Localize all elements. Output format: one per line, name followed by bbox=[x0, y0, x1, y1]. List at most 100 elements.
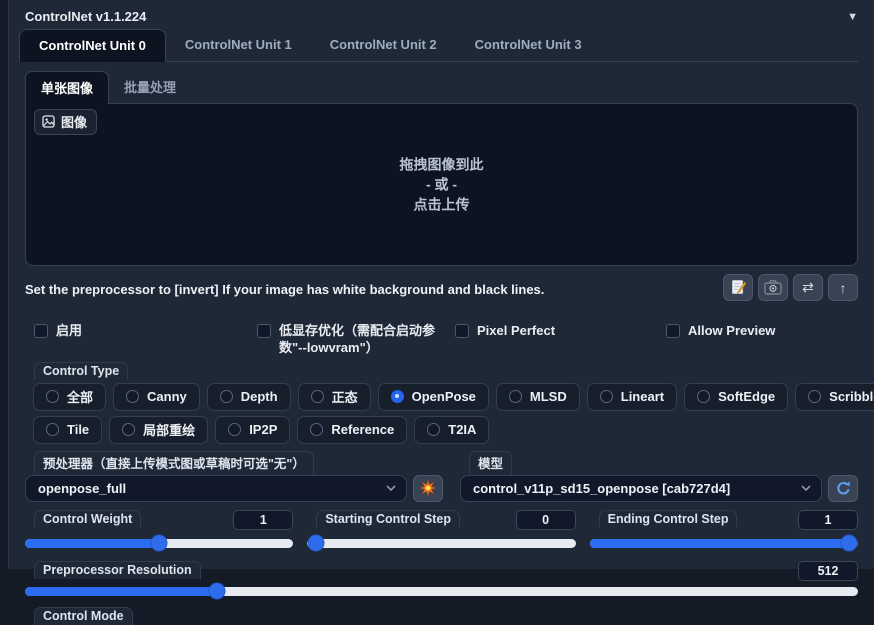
preprocessor-label: 预处理器（直接上传模式图或草稿时可选"无"） bbox=[34, 451, 314, 474]
control-type-all[interactable]: 全部 bbox=[33, 383, 106, 411]
control-type-t2ia[interactable]: T2IA bbox=[414, 416, 489, 444]
new-canvas-button[interactable] bbox=[723, 274, 753, 301]
preprocessor-model-row: 预处理器（直接上传模式图或草稿时可选"无"） openpose_full bbox=[25, 451, 858, 502]
control-type-openpose[interactable]: OpenPose bbox=[378, 383, 489, 411]
allow-preview-checkbox[interactable]: Allow Preview bbox=[666, 323, 775, 357]
starting-step-slider[interactable] bbox=[307, 539, 575, 548]
slider-thumb[interactable] bbox=[840, 535, 857, 552]
control-weight-slider[interactable] bbox=[25, 539, 293, 548]
checkbox-icon[interactable] bbox=[257, 324, 271, 338]
chip-label: 局部重绘 bbox=[143, 420, 195, 439]
preprocessor-dropdown[interactable]: openpose_full bbox=[25, 475, 407, 502]
control-type-softedge[interactable]: SoftEdge bbox=[684, 383, 788, 411]
chip-label: Lineart bbox=[621, 389, 664, 404]
ending-step-block: Ending Control Step bbox=[590, 510, 858, 548]
chip-label: 全部 bbox=[67, 387, 93, 406]
control-type-inpaint[interactable]: 局部重绘 bbox=[109, 416, 208, 444]
model-value: control_v11p_sd15_openpose [cab727d4] bbox=[473, 481, 730, 496]
control-type-reference[interactable]: Reference bbox=[297, 416, 407, 444]
drop-hint-line2: - 或 - bbox=[26, 174, 857, 194]
mirror-webcam-button[interactable]: ⇄ bbox=[793, 274, 823, 301]
model-label: 模型 bbox=[469, 451, 512, 474]
step-sliders-row: Control Weight Starting Control Step bbox=[25, 510, 858, 548]
slider-thumb[interactable] bbox=[208, 583, 225, 600]
radio-icon bbox=[46, 423, 59, 436]
radio-icon bbox=[808, 390, 821, 403]
pixel-perfect-checkbox[interactable]: Pixel Perfect bbox=[455, 323, 666, 357]
radio-icon bbox=[600, 390, 613, 403]
drop-hint: 拖拽图像到此 - 或 - 点击上传 bbox=[26, 154, 857, 215]
radio-icon bbox=[126, 390, 139, 403]
accordion-header[interactable]: ControlNet v1.1.224 ▼ bbox=[9, 0, 874, 29]
control-type-ip2p[interactable]: IP2P bbox=[215, 416, 290, 444]
starting-step-input[interactable] bbox=[516, 510, 576, 530]
control-type-lineart[interactable]: Lineart bbox=[587, 383, 677, 411]
tab-controlnet-unit-2[interactable]: ControlNet Unit 2 bbox=[311, 29, 456, 61]
starting-step-block: Starting Control Step bbox=[307, 510, 575, 548]
checkbox-icon[interactable] bbox=[666, 324, 680, 338]
slider-thumb[interactable] bbox=[151, 535, 168, 552]
enable-checkbox[interactable]: 启用 bbox=[34, 323, 257, 357]
upload-arrow-icon: ↑ bbox=[840, 280, 847, 296]
pixel-perfect-label: Pixel Perfect bbox=[477, 323, 555, 340]
swap-arrows-icon: ⇄ bbox=[802, 279, 814, 296]
radio-icon bbox=[46, 390, 59, 403]
resolution-input[interactable] bbox=[798, 561, 858, 581]
control-type-canny[interactable]: Canny bbox=[113, 383, 200, 411]
model-block: 模型 control_v11p_sd15_openpose [cab727d4] bbox=[460, 451, 858, 502]
control-type-mlsd[interactable]: MLSD bbox=[496, 383, 580, 411]
slider-fill bbox=[25, 539, 159, 548]
slider-thumb[interactable] bbox=[308, 535, 325, 552]
ending-step-label: Ending Control Step bbox=[599, 510, 738, 528]
preprocessor-block: 预处理器（直接上传模式图或草稿时可选"无"） openpose_full bbox=[25, 451, 443, 502]
tab-batch[interactable]: 批量处理 bbox=[109, 71, 191, 104]
tab-controlnet-unit-3[interactable]: ControlNet Unit 3 bbox=[456, 29, 601, 61]
explosion-icon bbox=[419, 479, 437, 497]
control-mode-label: Control Mode bbox=[34, 607, 133, 625]
radio-selected-icon bbox=[391, 390, 404, 403]
lowvram-checkbox[interactable]: 低显存优化（需配合启动参数"--lowvram"） bbox=[257, 323, 455, 357]
refresh-models-button[interactable] bbox=[828, 475, 858, 502]
control-type-tile[interactable]: Tile bbox=[33, 416, 102, 444]
model-dropdown[interactable]: control_v11p_sd15_openpose [cab727d4] bbox=[460, 475, 822, 502]
chevron-down-icon bbox=[386, 485, 396, 491]
control-weight-label: Control Weight bbox=[34, 510, 141, 528]
slider-fill bbox=[590, 539, 858, 548]
resolution-slider[interactable] bbox=[25, 587, 858, 596]
options-row: 启用 低显存优化（需配合启动参数"--lowvram"） Pixel Perfe… bbox=[25, 323, 858, 357]
image-block-label-text: 图像 bbox=[61, 112, 87, 131]
control-type-normal[interactable]: 正态 bbox=[298, 383, 371, 411]
controlnet-panel: ControlNet v1.1.224 ▼ ControlNet Unit 0 … bbox=[8, 0, 874, 569]
chip-label: OpenPose bbox=[412, 389, 476, 404]
ending-step-slider[interactable] bbox=[590, 539, 858, 548]
tab-controlnet-unit-0[interactable]: ControlNet Unit 0 bbox=[19, 29, 166, 62]
send-dimensions-button[interactable]: ↑ bbox=[828, 274, 858, 301]
chip-label: Canny bbox=[147, 389, 187, 404]
control-weight-input[interactable] bbox=[233, 510, 293, 530]
allow-preview-label: Allow Preview bbox=[688, 323, 775, 340]
ending-step-input[interactable] bbox=[798, 510, 858, 530]
collapse-arrow-icon[interactable]: ▼ bbox=[847, 11, 858, 23]
radio-icon bbox=[228, 423, 241, 436]
webcam-button[interactable] bbox=[758, 274, 788, 301]
image-dropzone[interactable]: 图像 拖拽图像到此 - 或 - 点击上传 bbox=[25, 103, 858, 266]
control-type-scribble[interactable]: Scribble bbox=[795, 383, 874, 411]
control-mode-block: Control Mode bbox=[25, 607, 858, 625]
chip-label: T2IA bbox=[448, 422, 476, 437]
radio-icon bbox=[509, 390, 522, 403]
run-preprocessor-button[interactable] bbox=[413, 475, 443, 502]
resolution-block: Preprocessor Resolution bbox=[25, 561, 858, 596]
tab-controlnet-unit-1[interactable]: ControlNet Unit 1 bbox=[166, 29, 311, 61]
accordion-title: ControlNet v1.1.224 bbox=[25, 9, 146, 24]
radio-icon bbox=[310, 423, 323, 436]
control-type-depth[interactable]: Depth bbox=[207, 383, 291, 411]
chip-label: SoftEdge bbox=[718, 389, 775, 404]
checkbox-icon[interactable] bbox=[455, 324, 469, 338]
checkbox-icon[interactable] bbox=[34, 324, 48, 338]
refresh-icon bbox=[835, 480, 852, 497]
image-icon bbox=[42, 115, 55, 128]
control-type-group: Control Type 全部 Canny Depth 正态 OpenPose … bbox=[25, 362, 858, 444]
image-block-label: 图像 bbox=[34, 109, 97, 135]
drop-hint-line3[interactable]: 点击上传 bbox=[26, 195, 857, 215]
tab-single-image[interactable]: 单张图像 bbox=[25, 71, 109, 104]
